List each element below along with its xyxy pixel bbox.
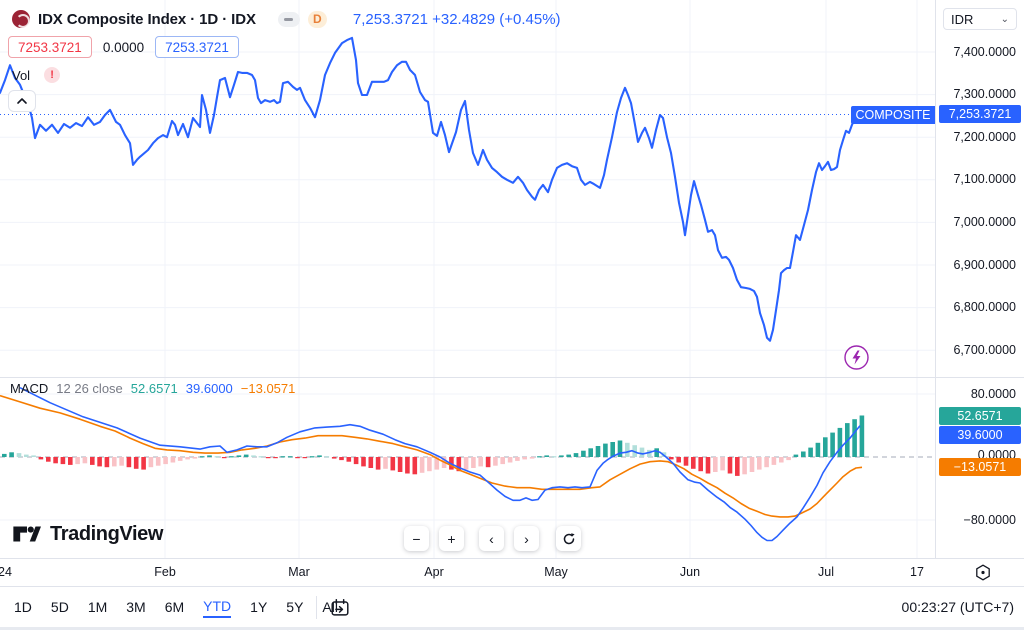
zoom-in-button[interactable]: + [439,526,464,551]
macd-signal-value: −13.0571 [241,381,296,396]
source-dash-icon[interactable] [278,12,300,27]
scale-tick: 7,300.0000 [953,87,1016,101]
tradingview-logo-icon [12,521,42,547]
price-series[interactable] [0,38,862,341]
time-label-feb: Feb [154,565,176,579]
toolbar-divider [316,596,317,619]
scale-tick: 6,800.0000 [953,300,1016,314]
time-label-24: 24 [0,565,12,579]
chevron-down-icon: ⌄ [1001,14,1009,25]
chart-canvas[interactable] [0,0,935,558]
last-price-badge: 7,253.3721 [939,105,1021,123]
time-axis[interactable]: 24 Feb Mar Apr May Jun Jul 17 [0,558,1024,586]
scale-tick: 7,400.0000 [953,45,1016,59]
macd-histogram [2,416,864,476]
go-to-date-icon[interactable] [329,597,351,619]
scale-tick: 80.0000 [971,387,1016,401]
currency-select[interactable]: IDR ⌄ [943,8,1017,30]
vol-warning-icon[interactable]: ! [44,67,60,83]
reset-icon [562,532,576,546]
macd-signal-badge: −13.0571 [939,458,1021,476]
macd-params: 12 26 close [56,381,123,396]
range-5y[interactable]: 5Y [286,597,303,617]
sell-price-pill[interactable]: 7253.3721 [8,36,92,58]
buy-price-pill[interactable]: 7253.3721 [155,36,239,58]
last-quote: 7,253.3721 +32.4829 (+0.45%) [353,11,561,28]
chart-legend-header: IDX Composite Index · 1D · IDX D 7,253.3… [12,8,561,30]
macd-legend: MACD 12 26 close 52.6571 39.6000 −13.057… [10,381,295,396]
scale-settings-icon[interactable] [973,563,993,583]
tradingview-logo[interactable]: TradingView [12,521,163,547]
macd-line-badge: 39.6000 [939,426,1021,444]
scale-tick: 6,700.0000 [953,343,1016,357]
range-1m[interactable]: 1M [88,597,107,617]
session-clock[interactable]: 00:23:27 (UTC+7) [902,599,1014,615]
spread-value: 0.0000 [103,40,144,55]
scale-tick: 7,200.0000 [953,130,1016,144]
time-label-17: 17 [910,565,924,579]
time-label-apr: Apr [424,565,443,579]
bid-ask-row: 7253.3721 0.0000 7253.3721 [8,36,239,58]
reset-chart-button[interactable] [556,526,581,551]
macd-name[interactable]: MACD [10,381,48,396]
scroll-left-button[interactable]: ‹ [479,526,504,551]
instant-order-button[interactable] [843,344,870,371]
tradingview-logo-text: TradingView [50,523,163,546]
scale-tick: 7,000.0000 [953,215,1016,229]
pane-divider[interactable] [0,377,1024,378]
macd-hist-badge: 52.6571 [939,407,1021,425]
macd-hist-value: 52.6571 [131,381,178,396]
range-ytd[interactable]: YTD [203,596,231,618]
price-scale[interactable]: IDR ⌄ 7,400.0000 7,300.0000 7,200.0000 7,10… [935,0,1024,558]
time-label-mar: Mar [288,565,310,579]
scale-tick: −80.0000 [964,513,1016,527]
chevron-up-icon [16,97,28,105]
time-label-jun: Jun [680,565,700,579]
tradingview-chart-app: IDX Composite Index · 1D · IDX D 7,253.3… [0,0,1024,630]
interval-badge[interactable]: D [308,11,327,28]
macd-line-series [20,388,860,541]
symbol-title[interactable]: IDX Composite Index · 1D · IDX [38,11,256,28]
scale-tick: 6,900.0000 [953,258,1016,272]
vol-label: Vol [12,68,30,83]
currency-value: IDR [951,12,973,27]
scale-tick: 7,100.0000 [953,172,1016,186]
range-1d[interactable]: 1D [14,597,32,617]
zoom-out-button[interactable]: − [404,526,429,551]
range-6m[interactable]: 6M [165,597,184,617]
range-5d[interactable]: 5D [51,597,69,617]
range-button-group: 1D5D1M3M6MYTD1Y5YAll [14,587,338,627]
time-label-may: May [544,565,568,579]
time-label-jul: Jul [818,565,834,579]
gridlines [0,0,935,558]
scroll-right-button[interactable]: › [514,526,539,551]
bottom-toolbar: 1D5D1M3M6MYTD1Y5YAll 00:23:27 (UTC+7) [0,586,1024,627]
idx-symbol-logo [12,10,30,28]
macd-line-value: 39.6000 [186,381,233,396]
range-3m[interactable]: 3M [126,597,145,617]
composite-price-label: COMPOSITE [851,106,935,124]
volume-legend: Vol ! [12,67,60,83]
range-1y[interactable]: 1Y [250,597,267,617]
collapse-pane-button[interactable] [8,90,36,112]
